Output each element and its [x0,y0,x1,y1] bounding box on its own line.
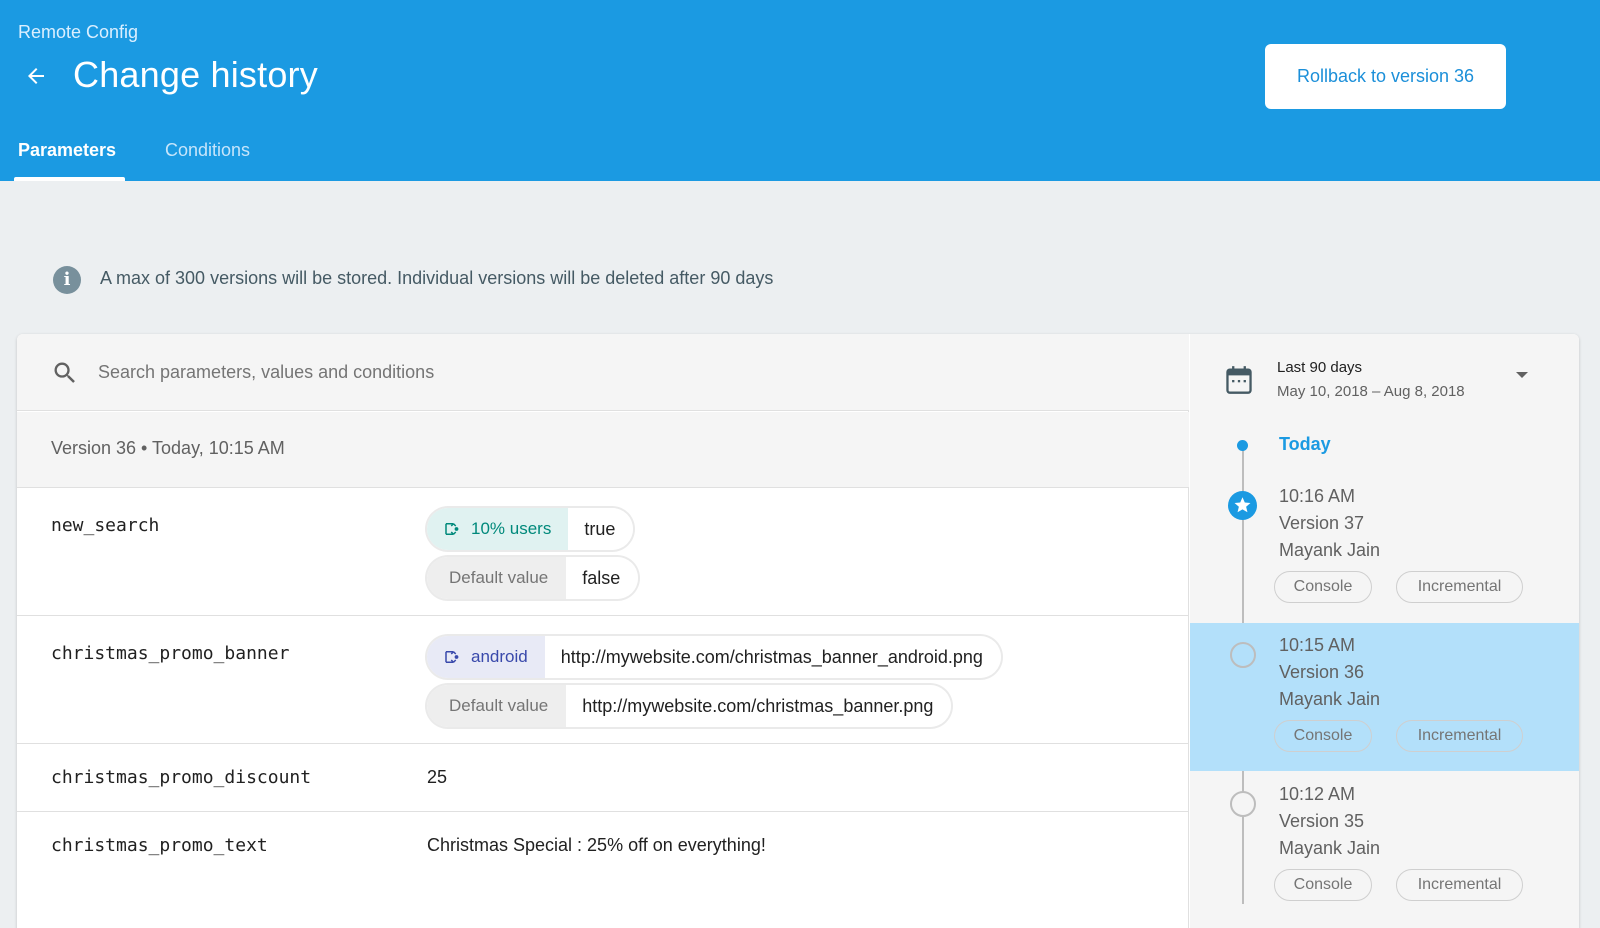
default-value: http://mywebsite.com/christmas_banner.pn… [566,685,952,727]
default-value-chip[interactable]: Default value false [427,557,639,599]
search-input[interactable] [98,356,698,388]
entry-time: 10:16 AM [1279,486,1356,506]
calendar-icon [1226,366,1252,394]
search-bar [17,334,1189,411]
entry-author: Mayank Jain [1279,689,1381,709]
retention-notice: A max of 300 versions will be stored. In… [100,268,774,288]
active-tab-indicator [14,177,125,181]
entry-author: Mayank Jain [1279,838,1381,858]
info-icon: i [53,266,81,294]
rollback-button[interactable]: Rollback to version 36 [1265,44,1506,109]
condition-icon [445,523,459,535]
history-card: Version 36 • Today, 10:15 AM new_search … [17,334,1579,928]
star-icon [1228,491,1257,520]
parameter-row: christmas_promo_discount 25 [17,745,1189,812]
parameter-row: christmas_promo_banner android http://my… [17,617,1189,744]
condition-label: 10% users [427,508,569,550]
default-value-chip[interactable]: Default value http://mywebsite.com/chris… [427,685,952,727]
entry-version: Version 35 [1279,811,1365,831]
parameter-value: Christmas Special : 25% off on everythin… [427,835,766,855]
date-range-title[interactable]: Last 90 days [1277,359,1362,376]
update-type-tag: Incremental [1396,720,1523,752]
version-header: Version 36 • Today, 10:15 AM [17,412,1189,488]
version-timeline-pane: Last 90 days May 10, 2018 – Aug 8, 2018 … [1190,334,1579,928]
timeline-entry[interactable]: 10:16 AM Version 37 Mayank Jain Console … [1190,474,1579,622]
entry-time: 10:12 AM [1279,784,1356,804]
chevron-down-icon[interactable] [1515,370,1529,380]
version-marker [1230,642,1256,668]
conditional-value-chip[interactable]: android http://mywebsite.com/christmas_b… [427,636,1001,678]
page-title: Change history [73,54,318,95]
condition-value: true [568,508,634,550]
breadcrumb[interactable]: Remote Config [18,22,138,43]
parameters-pane: Version 36 • Today, 10:15 AM new_search … [17,334,1189,928]
parameter-row: new_search 10% users true Default value … [17,489,1189,616]
source-tag: Console [1274,869,1372,901]
default-value-label: Default value [427,557,567,599]
app-header: Remote Config Change history Rollback to… [0,0,1600,181]
default-value-label: Default value [427,685,567,727]
search-icon [54,362,75,383]
parameter-name: new_search [51,515,160,536]
update-type-tag: Incremental [1396,869,1523,901]
condition-name: android [471,647,528,666]
entry-version: Version 37 [1279,513,1365,533]
conditional-value-chip[interactable]: 10% users true [427,508,634,550]
tab-parameters[interactable]: Parameters [18,140,116,161]
entry-author: Mayank Jain [1279,540,1381,560]
parameter-name: christmas_promo_banner [51,643,290,664]
version-label: Version 36 • Today, 10:15 AM [51,438,285,458]
today-dot [1237,440,1248,451]
back-arrow-icon[interactable] [22,64,50,88]
timeline-entry-selected[interactable]: 10:15 AM Version 36 Mayank Jain Console … [1190,623,1579,771]
default-value: false [566,557,639,599]
timeline-entry[interactable]: 10:12 AM Version 35 Mayank Jain Console … [1190,772,1579,920]
source-tag: Console [1274,571,1372,603]
source-tag: Console [1274,720,1372,752]
date-range-dates[interactable]: May 10, 2018 – Aug 8, 2018 [1277,383,1465,400]
parameter-name: christmas_promo_discount [51,767,312,788]
condition-label: android [427,636,545,678]
entry-time: 10:15 AM [1279,635,1356,655]
update-type-tag: Incremental [1396,571,1523,603]
condition-value: http://mywebsite.com/christmas_banner_an… [544,636,1001,678]
parameter-name: christmas_promo_text [51,835,268,856]
tab-conditions[interactable]: Conditions [165,140,250,161]
timeline-group-label: Today [1279,434,1331,454]
parameter-row: christmas_promo_text Christmas Special :… [17,813,1189,928]
entry-version: Version 36 [1279,662,1365,682]
version-marker [1230,791,1256,817]
condition-name: 10% users [471,519,552,538]
parameter-value: 25 [427,767,448,787]
condition-icon [445,651,459,663]
